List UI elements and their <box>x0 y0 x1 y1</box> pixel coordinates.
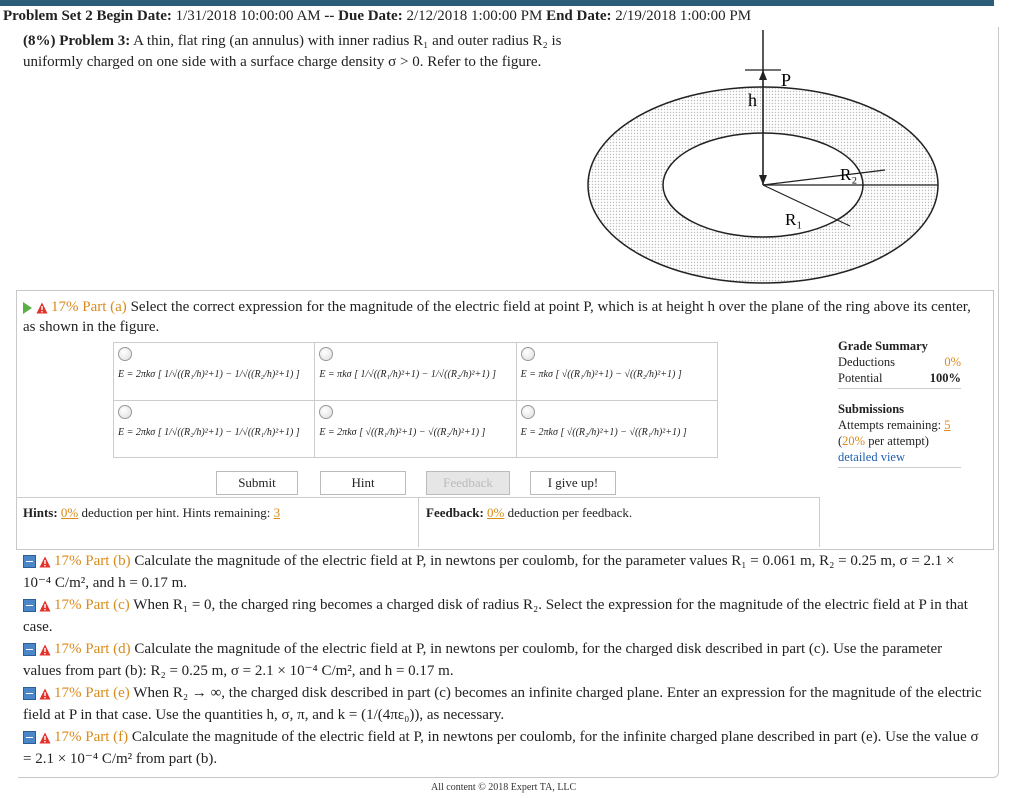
hint-button[interactable]: Hint <box>320 471 406 495</box>
hints-info: Hints: 0% deduction per hint. Hints rema… <box>23 505 280 521</box>
part-b-text: Calculate the magnitude of the electric … <box>23 553 955 591</box>
expand-arrow-icon[interactable] <box>23 301 32 314</box>
choice-5-formula: E = 2πkσ [ √((R₁/h)²+1) − √((R₂/h)²+1) ] <box>319 426 486 438</box>
choice-2-radio[interactable] <box>319 347 334 361</box>
submit-button[interactable]: Submit <box>216 471 298 495</box>
warning-icon <box>39 556 51 568</box>
choice-5-radio[interactable] <box>319 404 334 419</box>
part-b-label: 17% Part (b) <box>54 553 131 569</box>
feedback-info: Feedback: 0% deduction per feedback. <box>426 505 632 521</box>
collapse-icon[interactable] <box>23 599 36 613</box>
label-r1: R₁ <box>785 210 802 229</box>
due-label: Due Date: <box>338 8 403 24</box>
feedback-label: Feedback: <box>426 505 484 520</box>
problem-set-header: Problem Set 2 Begin Date: 1/31/2018 10:0… <box>3 8 751 25</box>
begin-date: 1/31/2018 10:00:00 AM <box>175 8 321 24</box>
problem-weight: (8%) Problem 3: <box>23 33 131 49</box>
hints-label: Hints: <box>23 505 58 520</box>
warning-icon <box>39 732 51 744</box>
part-c-label: 17% Part (c) <box>54 597 130 613</box>
due-date: 2/12/2018 1:00:00 PM <box>406 8 543 24</box>
begin-label: Begin Date: <box>96 8 172 24</box>
grade-summary: Grade Summary Deductions 0% Potential 100%… <box>838 338 961 468</box>
label-h: h <box>748 90 757 110</box>
choice-1[interactable]: E = 2πkσ [ 1/√((R₁/h)²+1) − 1/√((R₂/h)²+… <box>112 342 316 401</box>
problem-set-name: Problem Set 2 <box>3 8 93 24</box>
choice-5[interactable]: E = 2πkσ [ √((R₁/h)²+1) − √((R₂/h)²+1) ] <box>314 399 517 458</box>
collapse-icon[interactable] <box>23 555 36 569</box>
choice-6-radio[interactable] <box>520 404 535 419</box>
warning-icon <box>39 644 51 656</box>
collapse-icon[interactable] <box>23 731 36 745</box>
part-d-label: 17% Part (d) <box>54 641 131 657</box>
choice-2-formula: E = πkσ [ 1/√((R₁/h)²+1) − 1/√((R₂/h)²+1… <box>319 369 496 380</box>
feedback-text: deduction per feedback. <box>507 505 633 520</box>
part-a-text: Select the correct expression for the ma… <box>23 299 971 335</box>
part-c[interactable]: 17% Part (c) When R₁ = 0, the charged ri… <box>23 594 983 638</box>
label-r2: R₂ <box>840 165 857 184</box>
choice-3-radio[interactable] <box>520 347 535 361</box>
choice-6-formula: E = 2πkσ [ √((R₂/h)²+1) − √((R₁/h)²+1) ] <box>520 426 687 438</box>
feedback-pct: 0% <box>487 505 505 520</box>
warning-icon <box>36 302 48 314</box>
panel-right-separator <box>819 497 820 547</box>
copyright-footer: All content © 2018 Expert TA, LLC <box>431 782 577 793</box>
deductions-label: Deductions <box>838 355 895 369</box>
choice-3[interactable]: E = πkσ [ √((R₁/h)²+1) − √((R₂/h)²+1) ] <box>515 342 719 401</box>
potential-label: Potential <box>838 371 883 385</box>
choice-4[interactable]: E = 2πkσ [ 1/√((R₂/h)²+1) − 1/√((R₁/h)²+… <box>112 399 316 458</box>
choice-grid: E = 2πkσ [ 1/√((R₁/h)²+1) − 1/√((R₂/h)²+… <box>112 342 719 458</box>
part-b[interactable]: 17% Part (b) Calculate the magnitude of … <box>23 550 983 594</box>
detailed-view-link[interactable]: detailed view <box>838 450 905 464</box>
hints-pct: 0% <box>60 505 79 520</box>
choice-1-radio[interactable] <box>118 347 132 361</box>
top-nav-bar <box>0 0 994 6</box>
grade-summary-title: Grade Summary <box>838 339 928 353</box>
choice-4-radio[interactable] <box>118 404 132 419</box>
potential-value: 100% <box>929 371 961 385</box>
annulus-figure: P h R₂ R₁ <box>587 30 939 284</box>
submissions-title: Submissions <box>838 402 905 416</box>
collapse-icon[interactable] <box>23 687 36 701</box>
give-up-button[interactable]: I give up! <box>530 471 616 495</box>
hints-feedback-separator <box>418 497 419 547</box>
end-date: 2/19/2018 1:00:00 PM <box>615 8 752 24</box>
warning-icon <box>39 600 51 612</box>
part-a-percent: 17% Part (a) <box>51 299 127 315</box>
part-d-text: Calculate the magnitude of the electric … <box>23 641 943 679</box>
part-f[interactable]: 17% Part (f) Calculate the magnitude of … <box>23 726 983 770</box>
height-arrow-head-up <box>759 70 767 80</box>
attempts-value: 5 <box>944 418 951 432</box>
choice-6[interactable]: E = 2πkσ [ √((R₂/h)²+1) − √((R₁/h)²+1) ] <box>515 399 719 458</box>
part-f-label: 17% Part (f) <box>54 729 129 745</box>
part-f-text: Calculate the magnitude of the electric … <box>23 729 979 767</box>
per-attempt-text: per attempt) <box>868 434 929 448</box>
separator: -- <box>324 8 335 24</box>
choice-4-formula: E = 2πkσ [ 1/√((R₂/h)²+1) − 1/√((R₁/h)²+… <box>118 426 300 438</box>
part-e-label: 17% Part (e) <box>54 685 130 701</box>
feedback-button: Feedback <box>426 471 510 495</box>
part-a-question: 17% Part (a) Select the correct expressi… <box>23 297 978 337</box>
deductions-value: 0% <box>944 355 961 369</box>
hints-remaining: 3 <box>273 505 281 520</box>
part-d[interactable]: 17% Part (d) Calculate the magnitude of … <box>23 638 983 682</box>
choice-2[interactable]: E = πkσ [ 1/√((R₁/h)²+1) − 1/√((R₂/h)²+1… <box>314 342 517 401</box>
per-attempt-pct: 20% <box>842 434 866 448</box>
collapse-icon[interactable] <box>23 643 36 657</box>
part-c-text: When R₁ = 0, the charged ring becomes a … <box>23 597 968 635</box>
end-label: End Date: <box>546 8 612 24</box>
choice-1-formula: E = 2πkσ [ 1/√((R₁/h)²+1) − 1/√((R₂/h)²+… <box>118 369 300 380</box>
problem-statement: (8%) Problem 3: A thin, flat ring (an an… <box>23 31 583 73</box>
remaining-parts: 17% Part (b) Calculate the magnitude of … <box>23 550 983 770</box>
label-p: P <box>781 70 791 90</box>
warning-icon <box>39 688 51 700</box>
hints-text: deduction per hint. Hints remaining: <box>81 505 271 520</box>
attempts-label: Attempts remaining: <box>838 418 942 432</box>
part-e[interactable]: 17% Part (e) When R₂ → ∞, the charged di… <box>23 682 983 726</box>
part-e-text: When R₂ → ∞, the charged disk described … <box>23 685 982 723</box>
choice-3-formula: E = πkσ [ √((R₁/h)²+1) − √((R₂/h)²+1) ] <box>520 369 682 380</box>
